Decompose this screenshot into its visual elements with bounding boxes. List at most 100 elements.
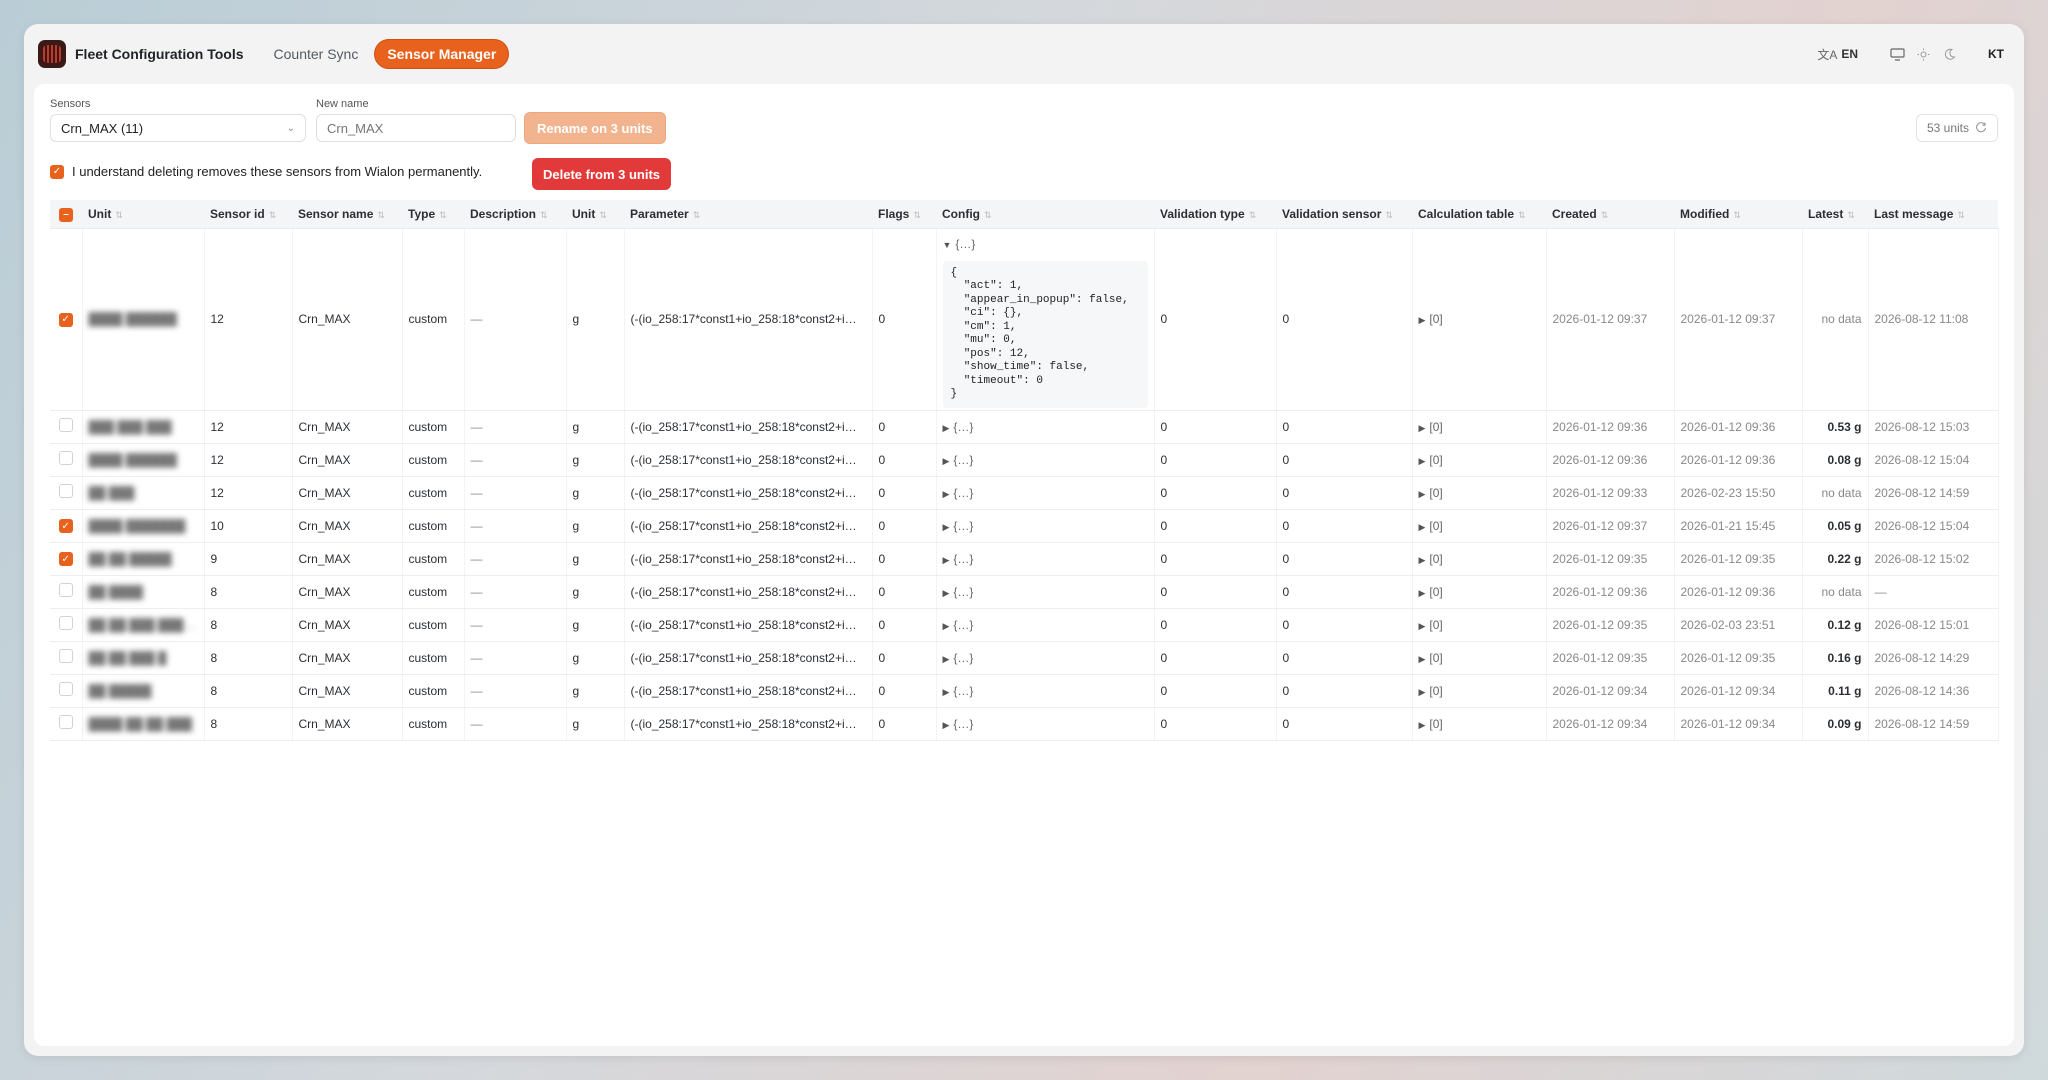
calculation-table[interactable]: ▶ [0] xyxy=(1412,443,1547,477)
refresh-icon[interactable] xyxy=(1975,121,1987,136)
config-toggle[interactable]: ▶ {…} xyxy=(943,552,974,566)
config-toggle[interactable]: ▼ {…} xyxy=(943,237,976,251)
column-header-modified[interactable]: Modified ⇅ xyxy=(1674,200,1802,229)
column-header-sensor-id[interactable]: Sensor id ⇅ xyxy=(204,200,292,229)
sort-icon[interactable]: ⇅ xyxy=(1601,210,1609,220)
config-toggle[interactable]: ▶ {…} xyxy=(943,420,974,434)
config-toggle[interactable]: ▶ {…} xyxy=(943,486,974,500)
column-header-type[interactable]: Type ⇅ xyxy=(402,200,464,229)
config-toggle[interactable]: ▶ {…} xyxy=(943,717,974,731)
sensor-config[interactable]: ▶ {…} xyxy=(936,575,1155,609)
row-checkbox[interactable] xyxy=(58,484,73,498)
table-row[interactable]: ██ ██ ███ █████ 8 Crn_MAX custom — g (-(io_258… xyxy=(50,608,1999,642)
units-count-badge[interactable]: 53 units xyxy=(1915,114,1998,142)
sort-icon[interactable]: ⇅ xyxy=(540,210,548,220)
table-row[interactable]: ██ ██ ███ █ 8 Crn_MAX custom — g (-(io_258:17*… xyxy=(50,641,1999,675)
delete-button[interactable]: Delete from 3 units xyxy=(532,158,672,190)
row-checkbox[interactable] xyxy=(58,715,73,729)
sort-icon[interactable]: ⇅ xyxy=(693,210,701,220)
calculation-table[interactable]: ▶ [0] xyxy=(1412,509,1547,543)
column-header-latest[interactable]: Latest ⇅ xyxy=(1802,200,1868,229)
table-row[interactable]: ✓ ██ ██ █████ 9 Crn_MAX custom — g (-(io_258:17… xyxy=(50,542,1999,576)
config-toggle[interactable]: ▶ {…} xyxy=(943,651,974,665)
row-checkbox[interactable]: ✓ xyxy=(58,312,73,327)
config-toggle[interactable]: ▶ {…} xyxy=(943,585,974,599)
column-header-unit[interactable]: Unit ⇅ xyxy=(566,200,624,229)
calculation-table[interactable]: ▶ [0] xyxy=(1412,476,1547,510)
language-switcher[interactable]: 文A EN xyxy=(1817,46,1858,63)
sort-icon[interactable]: ⇅ xyxy=(1957,210,1965,220)
table-row[interactable]: ███ ███ ███ 12 Crn_MAX custom — g (-(io_258:17… xyxy=(50,410,1999,444)
calculation-table[interactable]: ▶ [0] xyxy=(1412,707,1547,741)
column-header-flags[interactable]: Flags ⇅ xyxy=(872,200,936,229)
sort-icon[interactable]: ⇅ xyxy=(439,210,447,220)
sort-icon[interactable]: ⇅ xyxy=(1847,210,1855,220)
sensor-config[interactable]: ▶ {…} xyxy=(936,641,1155,675)
sensor-config[interactable]: ▶ {…} xyxy=(936,410,1155,444)
monitor-icon[interactable] xyxy=(1884,41,1910,67)
tab-sensor-manager[interactable]: Sensor Manager xyxy=(374,39,510,69)
table-row[interactable]: ██ ████ 8 Crn_MAX custom — g (-(io_258:17*cons… xyxy=(50,575,1999,609)
calculation-table[interactable]: ▶ [0] xyxy=(1412,542,1547,576)
table-row[interactable]: ✓ ████ ██████ 12 Crn_MAX custom — g (-(io_258:1… xyxy=(50,228,1999,411)
sensor-config[interactable]: ▶ {…} xyxy=(936,476,1155,510)
column-header-calculation-table[interactable]: Calculation table ⇅ xyxy=(1412,200,1546,229)
table-row[interactable]: ████ ██████ 12 Crn_MAX custom — g (-(io_258:17… xyxy=(50,443,1999,477)
column-header-unit[interactable]: Unit ⇅ xyxy=(82,200,204,229)
sensor-config[interactable]: ▶ {…} xyxy=(936,542,1155,576)
rename-button[interactable]: Rename on 3 units xyxy=(524,112,666,144)
confirm-checkbox[interactable]: ✓ xyxy=(50,164,64,179)
sort-icon[interactable]: ⇅ xyxy=(913,210,921,220)
sort-icon[interactable]: ⇅ xyxy=(1249,210,1257,220)
sensor-config[interactable]: ▶ {…} xyxy=(936,707,1155,741)
sort-icon[interactable]: ⇅ xyxy=(1385,210,1393,220)
calculation-table[interactable]: ▶ [0] xyxy=(1412,608,1547,642)
moon-icon[interactable] xyxy=(1936,41,1962,67)
config-toggle[interactable]: ▶ {…} xyxy=(943,618,974,632)
sort-icon[interactable]: ⇅ xyxy=(1733,210,1741,220)
row-checkbox[interactable] xyxy=(58,682,73,696)
sort-icon[interactable]: ⇅ xyxy=(599,210,607,220)
column-header-validation-sensor[interactable]: Validation sensor ⇅ xyxy=(1276,200,1412,229)
sensor-config[interactable]: ▶ {…} xyxy=(936,443,1155,477)
row-checkbox[interactable] xyxy=(58,418,73,432)
sensor-config[interactable]: ▼ {…} { "act": 1, "appear_in_popup": false… xyxy=(936,228,1155,411)
column-header-last-message[interactable]: Last message ⇅ xyxy=(1868,200,1998,229)
new-name-input[interactable] xyxy=(316,114,516,142)
table-row[interactable]: ██ ███ 12 Crn_MAX custom — g (-(io_258:17*cons… xyxy=(50,476,1999,510)
column-header-sensor-name[interactable]: Sensor name ⇅ xyxy=(292,200,402,229)
calculation-table[interactable]: ▶ [0] xyxy=(1412,410,1547,444)
sensors-select[interactable]: Crn_MAX (11) ⌄ xyxy=(50,114,306,142)
sort-icon[interactable]: ⇅ xyxy=(269,210,277,220)
row-checkbox[interactable] xyxy=(58,451,73,465)
tab-counter-sync[interactable]: Counter Sync xyxy=(262,40,371,68)
sort-icon[interactable]: ⇅ xyxy=(984,210,992,220)
row-checkbox[interactable] xyxy=(58,649,73,663)
sort-icon[interactable]: ⇅ xyxy=(1518,210,1526,220)
row-checkbox[interactable] xyxy=(58,583,73,597)
calculation-table[interactable]: ▶ [0] xyxy=(1412,674,1547,708)
config-toggle[interactable]: ▶ {…} xyxy=(943,684,974,698)
user-avatar[interactable]: KT xyxy=(1988,47,2004,61)
column-header-created[interactable]: Created ⇅ xyxy=(1546,200,1674,229)
column-header-config[interactable]: Config ⇅ xyxy=(936,200,1154,229)
column-header-description[interactable]: Description ⇅ xyxy=(464,200,566,229)
column-header-validation-type[interactable]: Validation type ⇅ xyxy=(1154,200,1276,229)
calculation-table[interactable]: ▶ [0] xyxy=(1412,575,1547,609)
sensor-config[interactable]: ▶ {…} xyxy=(936,509,1155,543)
table-row[interactable]: ✓ ████ ███████ 10 Crn_MAX custom — g (-(io_258:… xyxy=(50,509,1999,543)
column-header-parameter[interactable]: Parameter ⇅ xyxy=(624,200,872,229)
row-checkbox[interactable]: ✓ xyxy=(58,519,73,534)
sun-icon[interactable] xyxy=(1910,41,1936,67)
sensor-config[interactable]: ▶ {…} xyxy=(936,674,1155,708)
calculation-table[interactable]: ▶ [0] xyxy=(1412,641,1547,675)
sort-icon[interactable]: ⇅ xyxy=(115,210,123,220)
row-checkbox[interactable]: ✓ xyxy=(58,552,73,567)
select-all-checkbox[interactable]: – xyxy=(59,207,73,222)
table-row[interactable]: ████ ██ ██ ███ 8 Crn_MAX custom — g (-(io_258:… xyxy=(50,707,1999,741)
row-checkbox[interactable] xyxy=(58,616,73,630)
config-toggle[interactable]: ▶ {…} xyxy=(943,453,974,467)
table-row[interactable]: ██ █████ 8 Crn_MAX custom — g (-(io_258:17*con… xyxy=(50,674,1999,708)
sort-icon[interactable]: ⇅ xyxy=(377,210,385,220)
config-toggle[interactable]: ▶ {…} xyxy=(943,519,974,533)
